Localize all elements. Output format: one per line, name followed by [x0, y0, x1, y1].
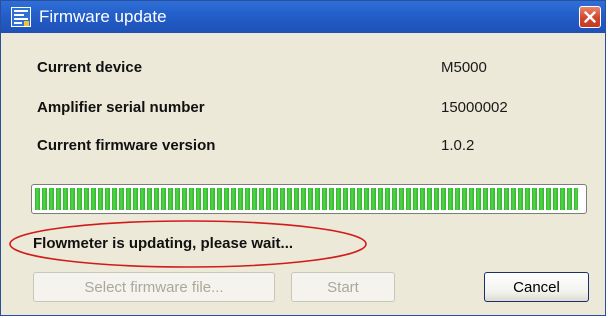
- firmware-update-dialog: Firmware update Current device M5000 Amp…: [0, 0, 606, 316]
- info-row-current-device: Current device M5000: [37, 56, 577, 80]
- select-firmware-file-button[interactable]: Select firmware file...: [33, 272, 275, 302]
- serial-number-label: Amplifier serial number: [37, 99, 205, 116]
- status-message: Flowmeter is updating, please wait...: [33, 235, 294, 252]
- info-row-serial-number: Amplifier serial number 15000002: [37, 96, 577, 120]
- info-row-firmware-version: Current firmware version 1.0.2: [37, 134, 577, 158]
- firmware-version-value: 1.0.2: [441, 137, 475, 154]
- current-device-value: M5000: [441, 59, 487, 76]
- progress-fill: [35, 188, 578, 210]
- firmware-app-icon: [11, 7, 31, 27]
- title-bar[interactable]: Firmware update: [1, 1, 605, 33]
- update-progress-bar: [31, 184, 587, 214]
- firmware-version-label: Current firmware version: [37, 137, 216, 154]
- cancel-button[interactable]: Cancel: [484, 272, 589, 302]
- serial-number-value: 15000002: [441, 99, 508, 116]
- window-title: Firmware update: [39, 7, 167, 26]
- current-device-label: Current device: [37, 59, 143, 76]
- start-button[interactable]: Start: [291, 272, 395, 302]
- close-button[interactable]: [579, 6, 601, 28]
- close-icon: [584, 11, 596, 23]
